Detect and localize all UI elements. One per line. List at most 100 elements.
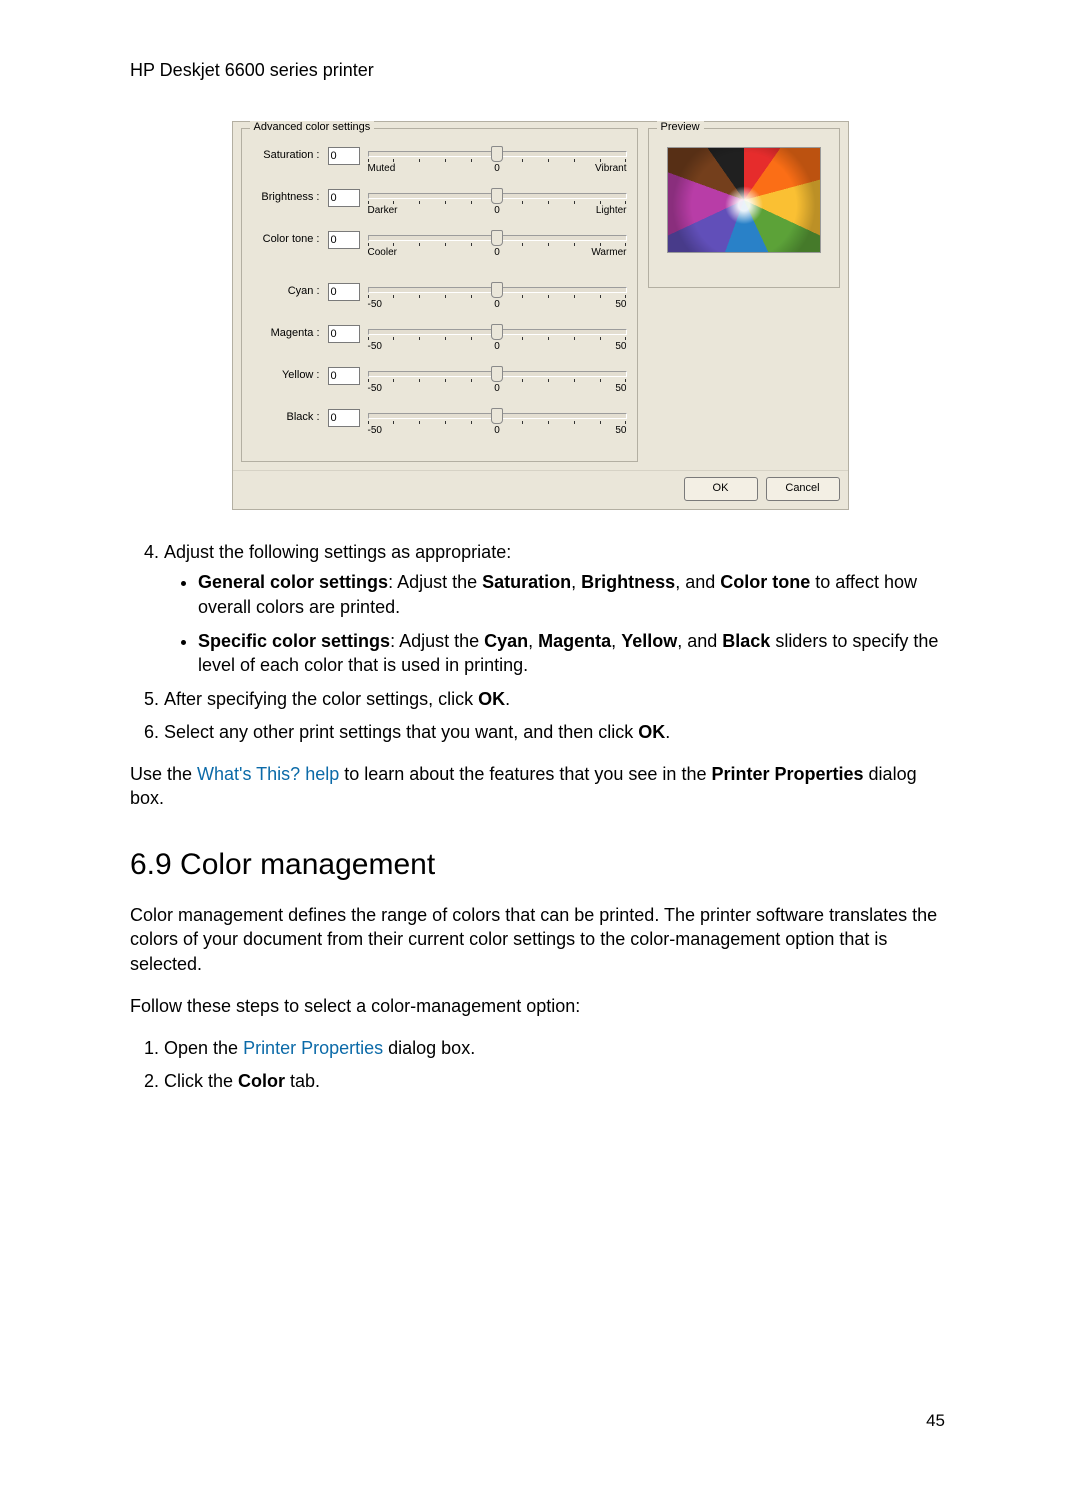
bold-text: Specific color settings — [198, 631, 390, 651]
slider-center-label: 0 — [494, 341, 500, 352]
general-value-input[interactable]: 0 — [328, 147, 360, 165]
list-item: Click the Color tab. — [164, 1069, 950, 1093]
slider-thumb-icon[interactable] — [491, 188, 503, 204]
slider-thumb-icon[interactable] — [491, 282, 503, 298]
paragraph: Follow these steps to select a color-man… — [130, 994, 950, 1018]
text: , — [571, 572, 581, 592]
preview-group-title: Preview — [657, 121, 704, 133]
text: : Adjust the — [388, 572, 482, 592]
text: : Adjust the — [390, 631, 484, 651]
preview-group: Preview — [648, 128, 840, 288]
preview-image — [667, 147, 821, 253]
paragraph: Use the What's This? help to learn about… — [130, 762, 950, 811]
bold-text: Printer Properties — [711, 764, 863, 784]
slider-left-label: -50 — [368, 425, 382, 436]
list-item: Open the Printer Properties dialog box. — [164, 1036, 950, 1060]
text: , and — [677, 631, 722, 651]
list-item: Specific color settings: Adjust the Cyan… — [198, 629, 950, 678]
cancel-button[interactable]: Cancel — [766, 477, 840, 501]
bold-text: Yellow — [621, 631, 677, 651]
slider-center-label: 0 — [494, 205, 500, 216]
color-value-input[interactable]: 0 — [328, 283, 360, 301]
slider-thumb-icon[interactable] — [491, 366, 503, 382]
ok-button[interactable]: OK — [684, 477, 758, 501]
slider-center-label: 0 — [494, 425, 500, 436]
general-label: Saturation : — [252, 147, 320, 161]
advanced-group-title: Advanced color settings — [250, 121, 375, 133]
slider-right-label: 50 — [615, 299, 626, 310]
slider-right-label: Warmer — [591, 247, 626, 258]
slider-right-label: Lighter — [596, 205, 627, 216]
color-label: Magenta : — [252, 325, 320, 339]
color-slider[interactable] — [368, 329, 627, 335]
text: , and — [675, 572, 720, 592]
text: Click the — [164, 1071, 238, 1091]
general-label: Brightness : — [252, 189, 320, 203]
color-slider-row: Cyan :0-50050 — [252, 283, 627, 311]
slider-right-label: 50 — [615, 383, 626, 394]
text: dialog box. — [383, 1038, 475, 1058]
bold-text: Black — [722, 631, 770, 651]
bold-text: OK — [478, 689, 505, 709]
color-value-input[interactable]: 0 — [328, 367, 360, 385]
general-slider-row: Brightness : 0 Darker 0 Lighter — [252, 189, 627, 217]
slider-left-label: -50 — [368, 383, 382, 394]
general-value-input[interactable]: 0 — [328, 231, 360, 249]
color-value-input[interactable]: 0 — [328, 325, 360, 343]
text: to learn about the features that you see… — [339, 764, 711, 784]
whats-this-help-link[interactable]: What's This? help — [197, 764, 339, 784]
advanced-color-settings-group: Advanced color settings Saturation :0Mut… — [241, 128, 638, 462]
list-item: General color settings: Adjust the Satur… — [198, 570, 950, 619]
list-item: Adjust the following settings as appropr… — [164, 540, 950, 677]
text: . — [665, 722, 670, 742]
general-slider[interactable] — [368, 151, 627, 157]
color-label: Yellow : — [252, 367, 320, 381]
bold-text: Saturation — [482, 572, 571, 592]
list-item: Select any other print settings that you… — [164, 720, 950, 744]
color-label: Black : — [252, 409, 320, 423]
page-header: HP Deskjet 6600 series printer — [130, 60, 950, 81]
slider-thumb-icon[interactable] — [491, 146, 503, 162]
text: tab. — [285, 1071, 320, 1091]
list-item: After specifying the color settings, cli… — [164, 687, 950, 711]
color-slider-row: Yellow : 0 -50 0 50 — [252, 367, 627, 395]
color-slider[interactable] — [368, 287, 627, 293]
slider-thumb-icon[interactable] — [491, 230, 503, 246]
slider-center-label: 0 — [494, 299, 500, 310]
slider-center-label: 0 — [494, 383, 500, 394]
slider-right-label: Vibrant — [595, 163, 627, 174]
general-slider-row: Saturation :0Muted0Vibrant — [252, 147, 627, 175]
general-slider[interactable] — [368, 235, 627, 241]
printer-properties-link[interactable]: Printer Properties — [243, 1038, 383, 1058]
bold-text: Brightness — [581, 572, 675, 592]
general-slider-row: Color tone :0Cooler0Warmer — [252, 231, 627, 259]
bold-text: Color — [238, 1071, 285, 1091]
bold-text: General color settings — [198, 572, 388, 592]
color-settings-dialog-screenshot: Advanced color settings Saturation :0Mut… — [232, 121, 849, 510]
slider-thumb-icon[interactable] — [491, 408, 503, 424]
section-heading: 6.9 Color management — [130, 845, 950, 886]
text: After specifying the color settings, cli… — [164, 689, 478, 709]
slider-center-label: 0 — [494, 163, 500, 174]
color-slider-row: Magenta :0-50050 — [252, 325, 627, 353]
step4-intro: Adjust the following settings as appropr… — [164, 542, 511, 562]
slider-thumb-icon[interactable] — [491, 324, 503, 340]
text: Use the — [130, 764, 197, 784]
color-slider[interactable] — [368, 371, 627, 377]
bold-text: Magenta — [538, 631, 611, 651]
slider-right-label: 50 — [615, 425, 626, 436]
general-value-input[interactable]: 0 — [328, 189, 360, 207]
general-label: Color tone : — [252, 231, 320, 245]
color-value-input[interactable]: 0 — [328, 409, 360, 427]
bold-text: Color tone — [720, 572, 810, 592]
slider-center-label: 0 — [494, 247, 500, 258]
slider-left-label: -50 — [368, 299, 382, 310]
slider-left-label: Darker — [368, 205, 398, 216]
text: Select any other print settings that you… — [164, 722, 638, 742]
general-slider[interactable] — [368, 193, 627, 199]
page-number: 45 — [926, 1411, 945, 1431]
color-slider-row: Black : 0 -50 0 50 — [252, 409, 627, 437]
text: Open the — [164, 1038, 243, 1058]
color-slider[interactable] — [368, 413, 627, 419]
bold-text: OK — [638, 722, 665, 742]
